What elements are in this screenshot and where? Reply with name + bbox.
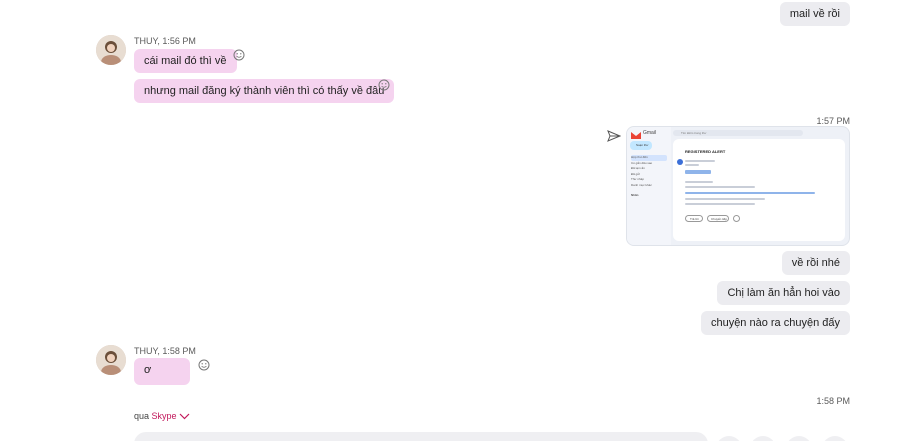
gmail-logo-icon — [631, 132, 641, 139]
composer-button[interactable] — [750, 436, 776, 441]
outgoing-message[interactable]: Chị làm ăn hẳn hoi vào — [717, 281, 850, 305]
avatar-photo-icon — [96, 345, 126, 375]
message-text: mail về rồi — [789, 8, 840, 20]
app-label: Gmail — [643, 130, 657, 136]
compose-label: Soạn thư — [636, 143, 649, 147]
add-reaction-icon[interactable] — [198, 359, 210, 371]
outgoing-message[interactable]: mail về rồi — [779, 2, 850, 26]
composer-button[interactable] — [716, 436, 742, 441]
incoming-message[interactable]: cái mail đó thì về — [134, 49, 237, 73]
composer-button[interactable] — [786, 436, 812, 441]
label-item: Danh mục khác — [631, 182, 652, 187]
via-prefix: qua — [134, 411, 152, 421]
via-skype-link[interactable]: qua Skype — [134, 411, 190, 421]
outgoing-message[interactable]: về rồi nhé — [781, 251, 850, 275]
message-timestamp: 1:57 PM — [816, 116, 850, 126]
thumb-mail-view: REGISTERED ALERT Trả lời Chuyển tiếp — [673, 139, 845, 241]
sender-name-time: THUY, 1:58 PM — [134, 346, 196, 356]
message-text: Chị làm ăn hẳn hoi vào — [727, 287, 840, 299]
message-text: cái mail đó thì về — [144, 55, 227, 67]
search-placeholder: Tìm kiếm trong thư — [681, 131, 707, 135]
thumb-labels: Hộp thư đến Có gắn dấu sao Đã tạm ẩn Đã … — [631, 155, 667, 199]
mail-subject: REGISTERED ALERT — [685, 149, 726, 154]
message-text: chuyện nào ra chuyện đấy — [710, 317, 840, 329]
message-input[interactable] — [134, 432, 708, 441]
compose-button[interactable]: Soạn thư — [630, 141, 652, 150]
message-text: về rồi nhé — [791, 257, 840, 269]
reply-label: Trả lời — [690, 217, 699, 221]
avatar-photo-icon — [96, 35, 126, 65]
avatar[interactable] — [96, 35, 126, 65]
thumb-sidebar: Gmail Soạn thư Hộp thư đến Có gắn dấu sa… — [627, 127, 671, 245]
outgoing-message[interactable]: chuyện nào ra chuyện đấy — [700, 311, 850, 335]
forward-label: Chuyển tiếp — [711, 217, 728, 221]
forward-button[interactable]: Chuyển tiếp — [707, 215, 729, 222]
service-name: Skype — [151, 411, 177, 421]
label-section: Nhãn — [631, 193, 639, 197]
message-timestamp: 1:58 PM — [816, 396, 850, 406]
reply-button[interactable]: Trả lời — [685, 215, 703, 222]
add-reaction-icon[interactable] — [378, 79, 390, 91]
incoming-message[interactable]: nhưng mail đăng ký thành viên thì có thấ… — [134, 79, 395, 103]
sender-name-time: THUY, 1:56 PM — [134, 36, 196, 46]
avatar[interactable] — [96, 345, 126, 375]
message-text: ơ — [144, 364, 152, 376]
emoji-icon[interactable] — [733, 215, 740, 222]
add-reaction-icon[interactable] — [233, 49, 245, 61]
incoming-message[interactable]: ơ — [134, 358, 190, 385]
thumb-search: Tìm kiếm trong thư — [673, 130, 803, 136]
composer-button[interactable] — [822, 436, 848, 441]
message-text: nhưng mail đăng ký thành viên thì có thấ… — [144, 85, 385, 97]
forward-icon[interactable] — [607, 129, 621, 143]
image-attachment[interactable]: Gmail Soạn thư Hộp thư đến Có gắn dấu sa… — [626, 126, 850, 246]
chevron-down-icon — [179, 413, 190, 420]
sender-avatar-icon — [677, 159, 683, 165]
